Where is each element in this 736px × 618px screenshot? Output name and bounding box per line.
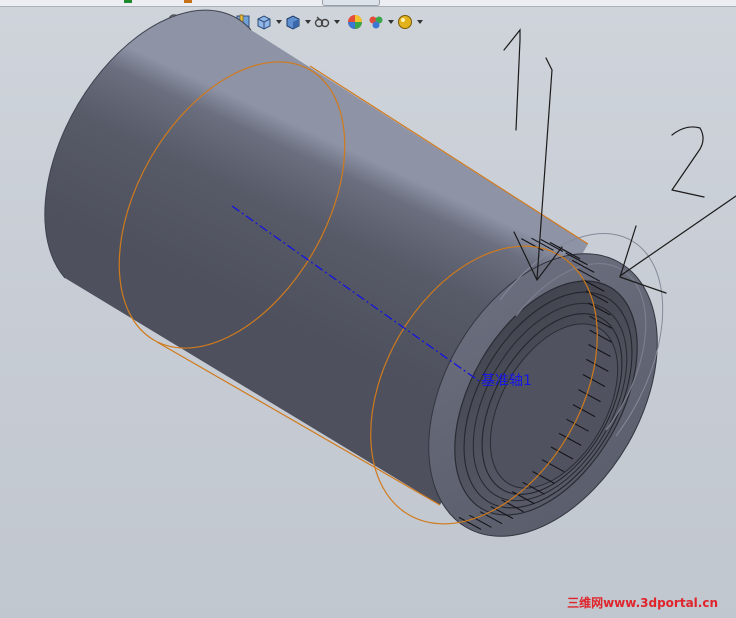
graphics-area[interactable]: 1 2 基准轴1 三维网www.3dportal.cn [0, 0, 736, 618]
callout-2-sketch [619, 126, 736, 294]
model-scene[interactable]: 1 2 [0, 0, 736, 618]
site-watermark: 三维网www.3dportal.cn [567, 596, 718, 610]
datum-axis-label[interactable]: 基准轴1 [481, 372, 532, 390]
